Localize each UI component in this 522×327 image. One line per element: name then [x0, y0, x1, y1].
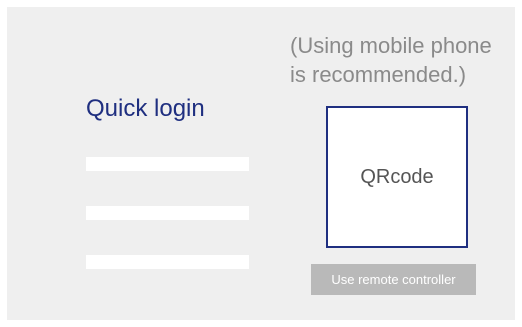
- qr-hint: (Using mobile phone is recommended.): [290, 31, 520, 89]
- login-field-1[interactable]: [86, 157, 249, 171]
- page-title: Quick login: [86, 95, 205, 122]
- qr-hint-line-2: is recommended.): [290, 62, 467, 87]
- login-field-2[interactable]: [86, 206, 249, 220]
- qr-code-box: QRcode: [326, 106, 468, 248]
- use-remote-controller-button[interactable]: Use remote controller: [311, 264, 476, 295]
- qr-code-label: QRcode: [360, 165, 434, 188]
- login-field-3[interactable]: [86, 255, 249, 269]
- qr-hint-line-1: (Using mobile phone: [290, 33, 492, 58]
